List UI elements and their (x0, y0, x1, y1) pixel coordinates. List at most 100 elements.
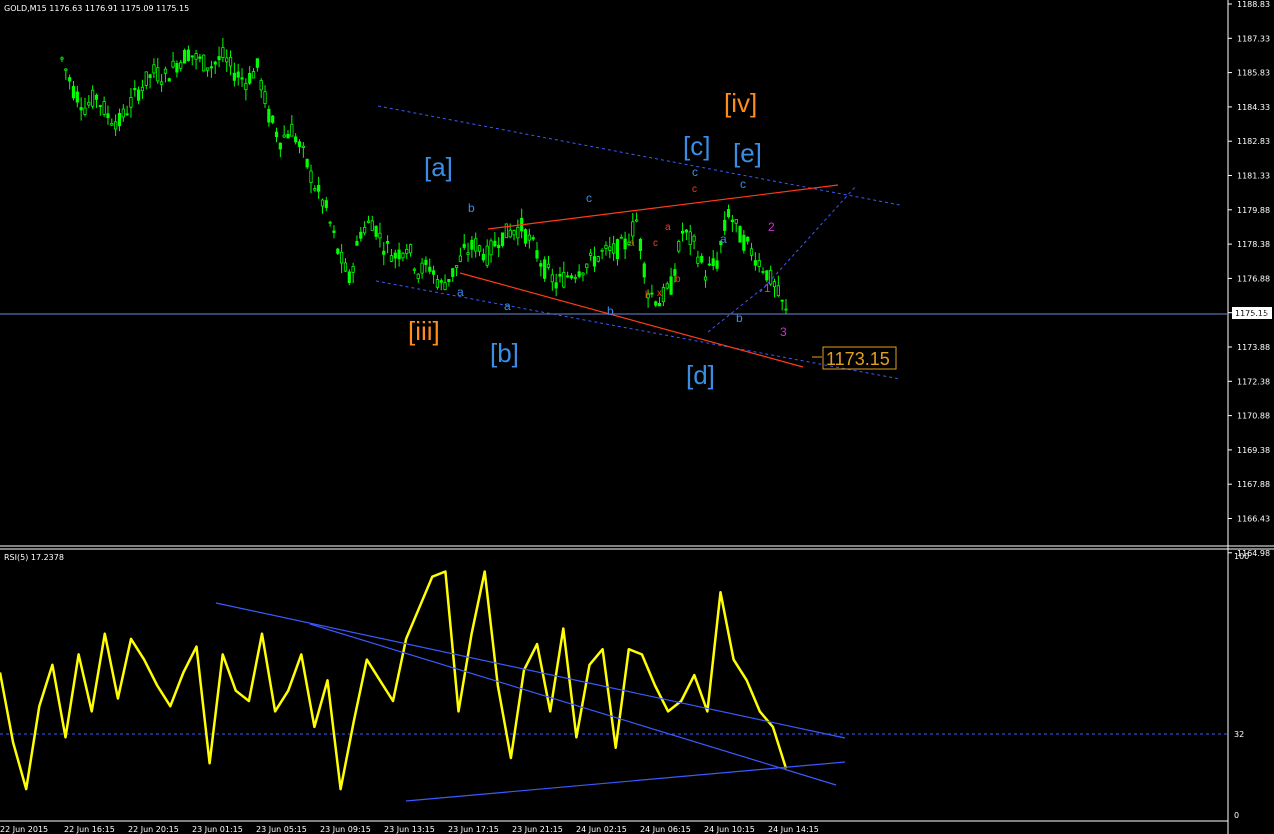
wave-label: b (468, 201, 475, 215)
candle-body (228, 56, 233, 67)
wave-label: [iii] (408, 316, 440, 346)
wave-label: b (607, 304, 614, 318)
rsi-axis-label: 32 (1234, 730, 1244, 739)
wave-label: c (586, 191, 592, 205)
wave-label: a (457, 285, 464, 299)
candle-body (382, 250, 386, 255)
candle-body (596, 256, 600, 262)
candle-body (217, 56, 221, 61)
candle-body (152, 64, 156, 74)
candle-body (267, 108, 271, 123)
candle-body (623, 238, 627, 250)
candle-body (466, 252, 470, 255)
candle-body (523, 229, 528, 244)
wave-label: 3 (780, 325, 787, 339)
candle-body (79, 107, 83, 111)
candle-body (707, 263, 711, 266)
candle-body (133, 88, 137, 91)
candle-body (60, 57, 64, 60)
candle-body (420, 262, 424, 274)
candle-body (493, 240, 497, 247)
wave-label: x (657, 288, 662, 299)
candle-body (600, 249, 604, 252)
candle-body (355, 240, 359, 246)
candle-body (205, 67, 210, 71)
wave-label: [iv] (724, 88, 757, 118)
candle-body (761, 271, 765, 273)
candle-body (784, 308, 788, 311)
candle-body (320, 199, 325, 207)
candle-body (638, 238, 643, 251)
wedge-upper-line (759, 185, 857, 293)
candle-body (186, 49, 191, 61)
candle-body (309, 170, 313, 184)
candle-body (240, 77, 244, 80)
candle-body (94, 94, 99, 100)
upper-channel-line (377, 105, 901, 206)
candle-body (286, 133, 290, 139)
candle-body (738, 226, 742, 243)
candle-body (680, 230, 685, 234)
candle-body (336, 248, 340, 254)
time-axis-label: 23 Jun 21:15 (512, 825, 563, 834)
candle-body (313, 188, 317, 191)
candle-body (412, 268, 417, 271)
candle-body (225, 57, 229, 63)
candle-body (263, 91, 267, 104)
rsi-trendline-3 (405, 761, 846, 802)
lower-channel-line (375, 280, 901, 380)
candle-body (389, 255, 394, 262)
candle-body (550, 274, 554, 283)
symbol-info: GOLD,M15 1176.63 1176.91 1175.09 1175.15 (4, 4, 189, 13)
candle-body (669, 276, 673, 295)
candle-body (546, 263, 551, 268)
wave-label: 2 (768, 220, 775, 234)
price-axis-label: 1182.83 (1237, 137, 1270, 146)
candle-body (117, 112, 122, 127)
candle-body (569, 275, 574, 279)
candle-body (324, 200, 328, 208)
wave-label: a (504, 299, 511, 313)
candle-body (244, 82, 248, 91)
time-axis-label: 23 Jun 09:15 (320, 825, 371, 834)
wave-label: [c] (683, 131, 710, 161)
rsi-line (0, 570, 788, 791)
wave-label: [d] (686, 360, 715, 390)
chart-canvas: 1173.15 1175.15 GOLD,M15 1176.63 1176.91… (0, 0, 1274, 834)
candle-body (374, 225, 378, 237)
candle-body (102, 101, 106, 115)
candle-body (156, 67, 160, 82)
wave-label: [e] (733, 138, 762, 168)
candle-body (64, 68, 68, 71)
candle-body (110, 122, 114, 126)
time-axis-label: 23 Jun 05:15 (256, 825, 307, 834)
wave-label: [a] (424, 152, 453, 182)
price-axis-label: 1179.88 (1237, 206, 1270, 215)
candle-body (397, 249, 401, 260)
candle-body (209, 66, 213, 69)
price-axis-label: 1172.38 (1237, 377, 1270, 386)
candle-body (700, 256, 704, 263)
candle-body (589, 252, 593, 256)
candle-body (401, 252, 405, 259)
candle-body (554, 282, 558, 289)
candle-body (202, 54, 206, 72)
candle-body (182, 49, 187, 64)
candle-body (370, 220, 374, 231)
wave-label: 1 (764, 281, 771, 295)
wave-labels: [iii][iv][a][b][c][d][e]abca bcabcca cabb x… (408, 88, 787, 390)
rsi-axis-label: 0 (1234, 811, 1239, 820)
candle-body (734, 218, 738, 224)
candle-body (435, 279, 440, 288)
candle-body (416, 273, 420, 279)
wave-label: c (692, 184, 697, 195)
candle-body (615, 239, 620, 260)
wave-label: a (665, 222, 671, 233)
candle-body (163, 68, 168, 74)
wave-label: b (675, 274, 681, 285)
candle-body (657, 302, 662, 307)
candle-body (175, 63, 179, 73)
candle-body (485, 245, 489, 266)
candle-body (742, 234, 746, 251)
candle-body (137, 89, 141, 101)
